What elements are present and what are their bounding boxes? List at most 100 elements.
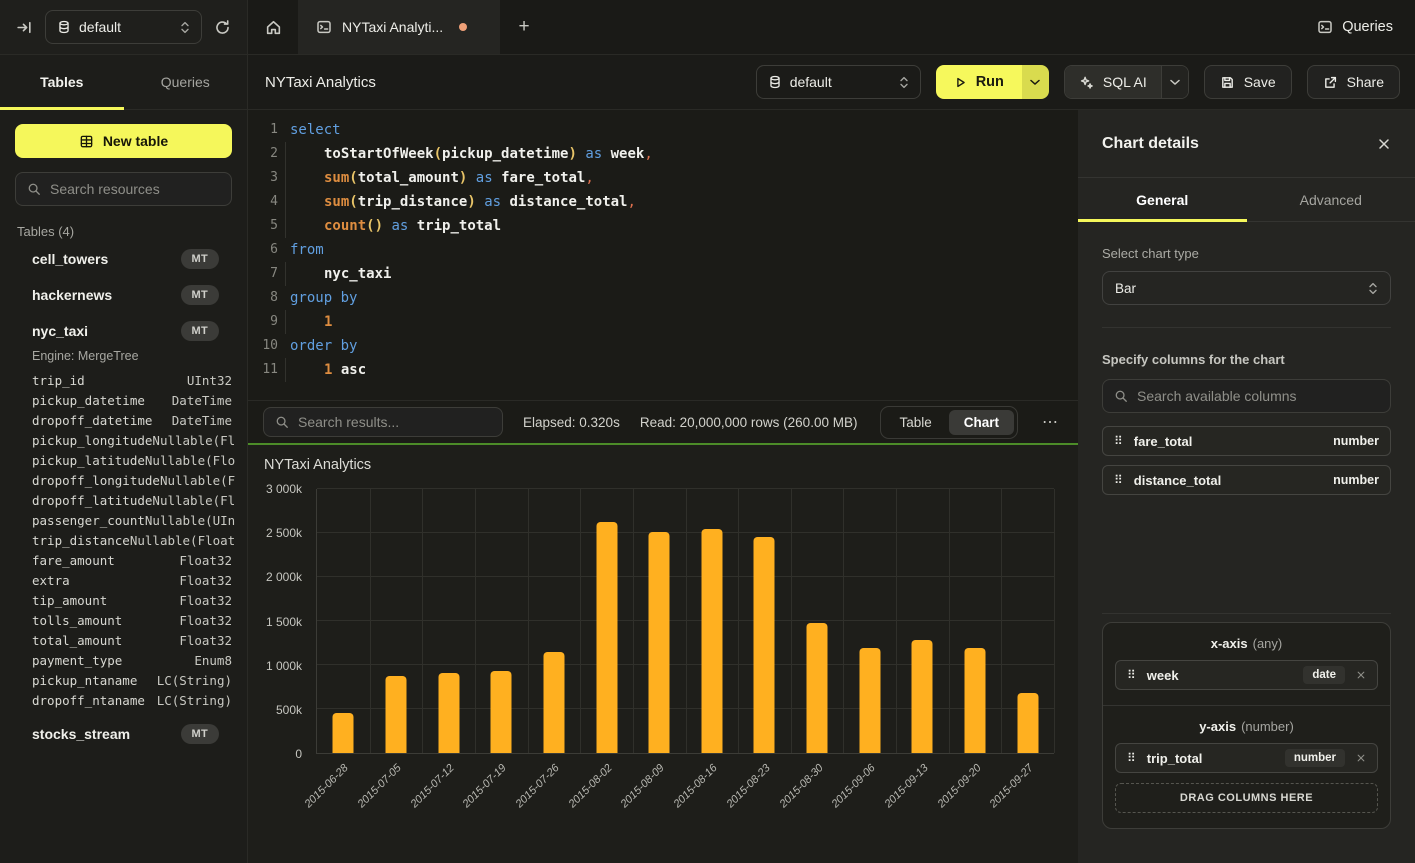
column-row: fare_amountFloat32 (15, 550, 232, 570)
tab-title: NYTaxi Analyti... (342, 19, 443, 35)
close-icon[interactable] (1377, 137, 1391, 151)
table-name: hackernews (32, 287, 112, 303)
collapse-sidebar-icon[interactable] (16, 19, 33, 36)
code-line[interactable]: 8group by (248, 286, 1078, 310)
nyc-taxi-columns: trip_idUInt32pickup_datetimeDateTimedrop… (15, 370, 232, 716)
toolbar-database-selector[interactable]: default (756, 65, 921, 99)
column-name: fare_amount (32, 553, 115, 568)
more-options-button[interactable]: ⋯ (1038, 412, 1063, 432)
code-line[interactable]: 3sum(total_amount) as fare_total, (248, 166, 1078, 190)
code-text: group by (290, 286, 357, 310)
chart-details-header: Chart details (1078, 110, 1415, 178)
code-line[interactable]: 111 asc (248, 358, 1078, 382)
column-row: pickup_latitudeNullable(Flo (15, 450, 232, 470)
home-button[interactable] (248, 0, 298, 54)
code-line[interactable]: 91 (248, 310, 1078, 334)
topbar-database-selector[interactable]: default (45, 10, 202, 44)
chart-details-body: Select chart type Bar Specify columns fo… (1078, 222, 1415, 863)
code-line[interactable]: 10order by (248, 334, 1078, 358)
column-row: payment_typeEnum8 (15, 650, 232, 670)
x-axis-chip-week[interactable]: ⠿ week date (1115, 660, 1378, 690)
view-toggle-table[interactable]: Table (884, 410, 946, 435)
share-button[interactable]: Share (1307, 65, 1400, 99)
sidebar-tab-tables[interactable]: Tables (0, 55, 124, 109)
column-type: LC(String) (157, 673, 232, 688)
drag-handle-icon[interactable]: ⠿ (1127, 752, 1136, 764)
view-toggle-chart[interactable]: Chart (949, 410, 1014, 435)
gridline-v (1054, 489, 1055, 753)
search-icon (1114, 389, 1128, 403)
save-button[interactable]: Save (1204, 65, 1292, 99)
column-search-input[interactable] (1137, 388, 1379, 404)
y-axis-chip-type: number (1285, 749, 1345, 767)
table-item-nyc-taxi[interactable]: nyc_taxi MT (15, 313, 232, 349)
remove-icon[interactable] (1356, 670, 1366, 680)
line-number: 10 (248, 334, 278, 358)
sql-editor[interactable]: 1select2toStartOfWeek(pickup_datetime) a… (248, 110, 1078, 400)
unsaved-dot (459, 23, 467, 31)
table-item-hackernews[interactable]: hackernews MT (15, 277, 232, 313)
y-axis-chip-trip-total[interactable]: ⠿ trip_total number (1115, 743, 1378, 773)
x-tick-label: 2015-07-05 (355, 762, 403, 810)
engine-badge: MT (181, 724, 219, 744)
sql-ai-options-button[interactable] (1161, 66, 1188, 98)
table-item-cell-towers[interactable]: cell_towers MT (15, 241, 232, 277)
code-text: select (290, 118, 341, 142)
run-button-label: Run (976, 74, 1004, 90)
column-chip-fare-total[interactable]: ⠿ fare_total number (1102, 426, 1391, 456)
drag-handle-icon[interactable]: ⠿ (1127, 669, 1136, 681)
new-table-button[interactable]: New table (15, 124, 232, 158)
column-row: dropoff_latitudeNullable(Fl (15, 490, 232, 510)
new-tab-button[interactable]: + (500, 0, 548, 54)
refresh-icon[interactable] (214, 19, 231, 36)
remove-icon[interactable] (1356, 753, 1366, 763)
sidebar-tab-queries[interactable]: Queries (124, 55, 248, 109)
tab-advanced[interactable]: Advanced (1247, 178, 1415, 221)
sql-ai-button[interactable]: SQL AI (1065, 66, 1161, 98)
column-type: UInt32 (187, 373, 232, 388)
code-line[interactable]: 4sum(trip_distance) as distance_total, (248, 190, 1078, 214)
column-name: pickup_datetime (32, 393, 145, 408)
column-chip-distance-total[interactable]: ⠿ distance_total number (1102, 465, 1391, 495)
column-name: trip_distance (32, 533, 130, 548)
gridline-v (1001, 489, 1002, 753)
drag-columns-dropzone[interactable]: DRAG COLUMNS HERE (1115, 783, 1378, 813)
chart-type-select[interactable]: Bar (1102, 271, 1391, 305)
column-name: dropoff_datetime (32, 413, 152, 428)
drag-handle-icon[interactable]: ⠿ (1114, 474, 1123, 486)
code-line[interactable]: 5count() as trip_total (248, 214, 1078, 238)
queries-button[interactable]: Queries (1295, 0, 1415, 54)
y-tick-label: 1 500k (266, 615, 302, 629)
line-number: 2 (248, 142, 278, 166)
drag-handle-icon[interactable]: ⠿ (1114, 435, 1123, 447)
resource-search-input[interactable] (50, 181, 220, 197)
column-row: tip_amountFloat32 (15, 590, 232, 610)
table-item-stocks-stream[interactable]: stocks_stream MT (15, 716, 232, 752)
code-line[interactable]: 2toStartOfWeek(pickup_datetime) as week, (248, 142, 1078, 166)
query-toolbar: NYTaxi Analytics default Run SQL AI (248, 55, 1415, 110)
code-text: sum(total_amount) as fare_total, (290, 166, 594, 190)
gridline-v (686, 489, 687, 753)
chart-details-panel: Chart details General Advanced Select ch… (1078, 110, 1415, 863)
code-line[interactable]: 6from (248, 238, 1078, 262)
column-row: passenger_countNullable(UIn (15, 510, 232, 530)
column-chip-name: distance_total (1134, 473, 1322, 488)
chart-bar (438, 673, 459, 753)
line-number: 9 (248, 310, 278, 334)
tab-general[interactable]: General (1078, 178, 1247, 221)
y-axis-section: y-axis(number) ⠿ trip_total number DRAG … (1103, 705, 1390, 828)
code-line[interactable]: 7nyc_taxi (248, 262, 1078, 286)
chart-bar (965, 648, 986, 753)
y-axis-hint: (number) (1241, 719, 1294, 734)
x-tick-label: 2015-08-23 (724, 762, 772, 810)
x-tick-label: 2015-09-27 (988, 762, 1036, 810)
results-toolbar: Elapsed: 0.320s Read: 20,000,000 rows (2… (248, 400, 1078, 443)
column-row: trip_idUInt32 (15, 370, 232, 390)
run-button[interactable]: Run (936, 65, 1022, 99)
run-options-button[interactable] (1022, 65, 1049, 99)
code-line[interactable]: 1select (248, 118, 1078, 142)
x-tick-label: 2015-08-02 (566, 762, 614, 810)
chart-bar (701, 529, 722, 753)
results-search-input[interactable] (298, 414, 491, 430)
tab-nytaxi-analytics[interactable]: NYTaxi Analyti... (298, 0, 500, 54)
